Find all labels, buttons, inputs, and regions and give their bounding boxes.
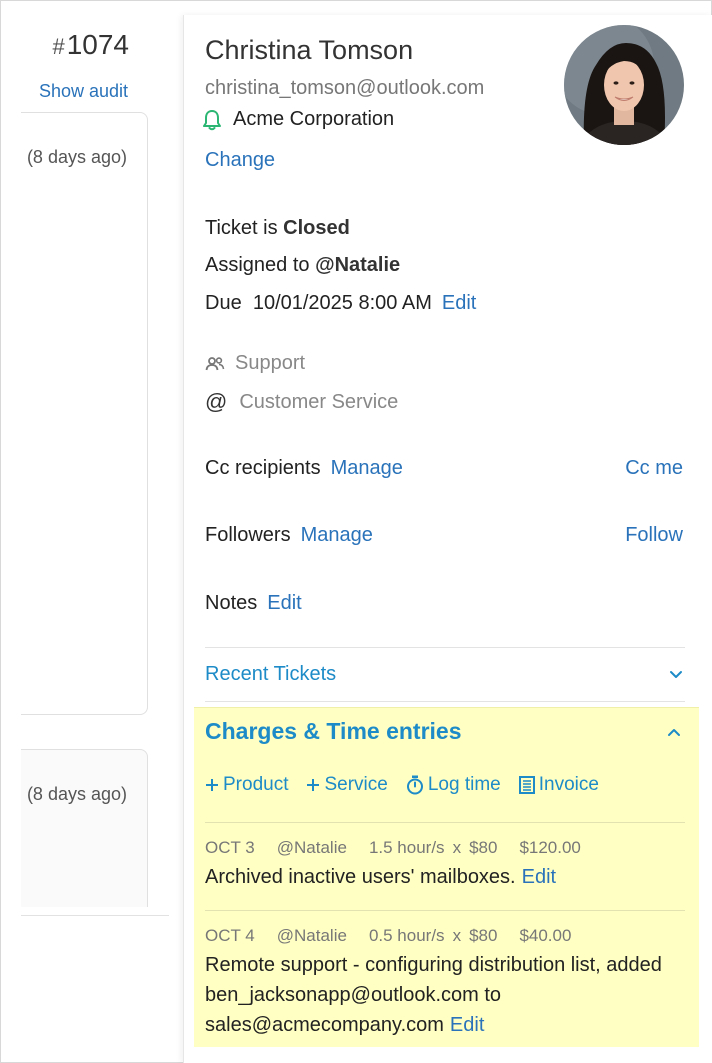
entry-amount: $120.00: [519, 838, 581, 857]
entry-user: @Natalie: [276, 838, 347, 857]
divider: [205, 647, 685, 648]
message-card: (8 days ago): [21, 112, 148, 715]
message-card: (8 days ago): [21, 749, 148, 907]
cc-label: Cc recipients: [205, 457, 321, 479]
bell-icon: [203, 109, 221, 130]
company-name: Acme Corporation: [233, 108, 395, 130]
divider: [205, 910, 685, 911]
entry-hours: 0.5 hour/s: [368, 926, 445, 945]
chevron-up-icon: [668, 728, 680, 736]
divider: [205, 822, 685, 823]
plus-icon: [205, 778, 219, 792]
follow-link[interactable]: Follow: [625, 524, 683, 547]
entry-rate: $80: [469, 926, 498, 945]
ticket-sidebar: Christina Tomson christina_tomson@outloo…: [183, 15, 712, 1063]
mailbox-name: Customer Service: [239, 390, 399, 413]
time-entry-description: Remote support - configuring distributio…: [205, 954, 662, 1036]
due-date-value: 10/01/2025 8:00 AM: [252, 292, 432, 314]
entry-date: OCT 3: [205, 838, 255, 857]
edit-entry-link[interactable]: Edit: [450, 1014, 484, 1036]
manage-followers-link[interactable]: Manage: [301, 524, 373, 546]
divider: [21, 915, 169, 916]
edit-notes-link[interactable]: Edit: [267, 592, 301, 614]
users-icon: [205, 356, 225, 372]
add-product-button[interactable]: Product: [205, 774, 288, 796]
time-entry-meta: OCT 4 @Natalie 0.5 hour/s x $80 $40.00: [205, 926, 572, 945]
edit-entry-link[interactable]: Edit: [522, 866, 556, 888]
time-entry: OCT 4 @Natalie 0.5 hour/s x $80 $40.00 Remote…: [205, 926, 685, 1040]
group-name: Support: [235, 352, 306, 374]
time-entry-meta: OCT 3 @Natalie 1.5 hour/s x $80 $120.00: [205, 838, 581, 857]
ticket-number: #1074: [52, 29, 129, 60]
due-date: Due 10/01/2025 8:00 AM Edit: [205, 292, 477, 314]
show-audit-link[interactable]: Show audit: [39, 81, 128, 102]
followers-row: Followers Manage Follow: [205, 524, 683, 547]
customer-email: christina_tomson@outlook.com: [205, 77, 485, 99]
add-service-button[interactable]: Service: [306, 774, 388, 796]
group: Support: [205, 352, 305, 375]
followers-label: Followers: [205, 524, 291, 546]
invoice-icon: [518, 776, 535, 794]
assignee-value[interactable]: @Natalie: [315, 254, 400, 276]
customer-name[interactable]: Christina Tomson: [205, 35, 413, 66]
log-time-button[interactable]: Log time: [406, 774, 501, 796]
time-entry-description: Archived inactive users' mailboxes. Edit: [205, 866, 557, 888]
charges-header[interactable]: Charges & Time entries: [205, 718, 681, 745]
ticket-thread-column: #1074 Show audit (8 days ago) (8 days ag…: [1, 1, 183, 1063]
status-value: Closed: [283, 217, 350, 239]
notes-label: Notes: [205, 592, 258, 614]
change-customer-link[interactable]: Change: [205, 149, 275, 172]
entry-hours: 1.5 hour/s: [368, 838, 445, 857]
message-time: (8 days ago): [26, 784, 127, 804]
chevron-down-icon: [670, 670, 682, 678]
divider: [205, 701, 685, 702]
mailbox: @ Customer Service: [205, 389, 398, 415]
plus-icon: [306, 778, 320, 792]
charges-title: Charges & Time entries: [205, 718, 462, 744]
cc-me-link[interactable]: Cc me: [625, 457, 683, 480]
at-icon: @: [205, 389, 228, 414]
stopwatch-icon: [406, 775, 424, 795]
notes-row: Notes Edit: [205, 592, 683, 615]
entry-user: @Natalie: [276, 926, 347, 945]
manage-cc-link[interactable]: Manage: [331, 457, 403, 479]
time-entry: OCT 3 @Natalie 1.5 hour/s x $80 $120.00 Archi…: [205, 838, 685, 892]
entry-date: OCT 4: [205, 926, 255, 945]
charges-actions: Product Service Log time Invoice: [205, 774, 617, 796]
edit-due-date-link[interactable]: Edit: [442, 292, 476, 314]
company-row: Acme Corporation: [203, 108, 394, 131]
message-time: (8 days ago): [26, 147, 127, 167]
charges-section: Charges & Time entries Product Service L…: [194, 707, 699, 1047]
avatar: [564, 25, 684, 145]
assignee: Assigned to @Natalie: [205, 254, 401, 276]
invoice-button[interactable]: Invoice: [518, 774, 599, 796]
recent-tickets-toggle[interactable]: Recent Tickets: [205, 663, 683, 686]
cc-recipients-row: Cc recipients Manage Cc me: [205, 457, 683, 480]
entry-amount: $40.00: [519, 926, 572, 945]
entry-rate: $80: [469, 838, 498, 857]
ticket-status: Ticket is Closed: [205, 217, 350, 239]
recent-tickets-label: Recent Tickets: [205, 663, 337, 685]
